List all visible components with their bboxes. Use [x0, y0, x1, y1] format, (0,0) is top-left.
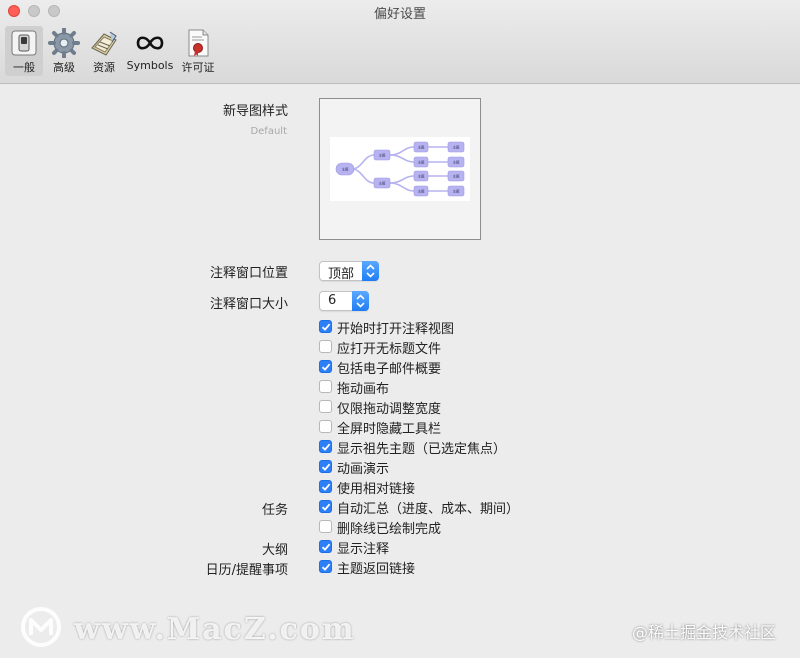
map-style-value: Default [250, 126, 287, 137]
checkbox-checked-icon[interactable] [319, 460, 332, 473]
option-label: 全屏时隐藏工具栏 [337, 422, 442, 437]
map-style-label: 新导图样式 [222, 104, 288, 119]
checkbox-checked-icon[interactable] [319, 500, 332, 513]
option-label: 显示祖先主题（已选定焦点） [337, 442, 507, 457]
note-position-popup[interactable]: 顶部 [319, 261, 379, 282]
popup-stepper-icon [362, 261, 379, 281]
option-label: 使用相对链接 [337, 482, 416, 497]
toolbar-tab-license[interactable]: 许可证 [178, 26, 218, 76]
toolbar-tab-general-label: 一般 [13, 61, 35, 74]
map-style-preview[interactable]: 主题 主题 主题 主题 主题 主题 主题 主题 主题 主题 主题 [319, 98, 481, 240]
preview-node-4: 主题 [418, 159, 425, 164]
toolbar-tab-symbols-label: Symbols [126, 59, 174, 72]
note-size-value: 6 [328, 293, 337, 308]
gear-icon [48, 28, 80, 58]
popup-stepper-icon [352, 291, 369, 311]
checkbox-unchecked-icon[interactable] [319, 520, 332, 533]
option-label: 包括电子邮件概要 [337, 362, 442, 377]
option-label: 仅限拖动调整宽度 [337, 402, 442, 417]
checkbox-checked-icon[interactable] [319, 480, 332, 493]
option-label: 主题返回链接 [337, 562, 416, 577]
window-title: 偏好设置 [373, 7, 426, 22]
preview-node-9: 主题 [453, 173, 460, 178]
preview-node-3: 主题 [418, 144, 425, 149]
window-titlebar: 偏好设置 一般 高级 资源 Symbols 许可证 [0, 0, 800, 84]
checkbox-checked-icon[interactable] [319, 440, 332, 453]
toolbar-tab-symbols[interactable]: Symbols [125, 26, 175, 76]
preview-node-10: 主题 [453, 188, 460, 193]
preview-node-5: 主题 [418, 173, 425, 178]
certificate-icon [188, 29, 209, 57]
infinity-icon [136, 36, 164, 50]
macz-logo-icon [21, 607, 61, 647]
preview-node-6: 主题 [418, 188, 425, 193]
preview-node-root: 主题 [342, 166, 349, 171]
preview-node-8: 主题 [453, 159, 460, 164]
toolbar-tab-advanced-label: 高级 [53, 61, 75, 74]
checkbox-unchecked-icon[interactable] [319, 380, 332, 393]
option-label: 动画演示 [337, 462, 390, 477]
note-size-popup[interactable]: 6 [319, 291, 369, 311]
checkbox-checked-icon[interactable] [319, 320, 332, 333]
checkbox-unchecked-icon[interactable] [319, 400, 332, 413]
option-label: 应打开无标题文件 [337, 342, 442, 357]
checkbox-checked-icon[interactable] [319, 560, 332, 573]
mindmap-preview-image: 主题 主题 主题 主题 主题 主题 主题 主题 主题 主题 主题 [330, 137, 470, 201]
toolbar-tab-advanced[interactable]: 高级 [46, 26, 82, 76]
resources-icon [91, 31, 117, 56]
calendar-label: 日历/提醒事项 [205, 563, 288, 578]
tasks-label: 任务 [261, 503, 288, 518]
toolbar-tab-resources[interactable]: 资源 [86, 26, 122, 76]
note-size-label: 注释窗口大小 [209, 297, 288, 312]
option-label: 删除线已绘制完成 [337, 522, 442, 537]
option-label: 自动汇总（进度、成本、期间） [337, 502, 520, 517]
option-label: 拖动画布 [337, 382, 390, 397]
note-position-value: 顶部 [328, 267, 355, 282]
preview-node-1: 主题 [379, 152, 386, 157]
toolbar-tab-license-label: 许可证 [181, 61, 215, 74]
toolbar-tab-general[interactable]: 一般 [5, 26, 43, 76]
option-label: 显示注释 [337, 542, 390, 557]
watermark-right: @稀土掘金技术社区 [632, 623, 777, 642]
checkbox-checked-icon[interactable] [319, 540, 332, 553]
outline-label: 大纲 [261, 543, 288, 558]
checkbox-unchecked-icon[interactable] [319, 340, 332, 353]
note-position-label: 注释窗口位置 [209, 266, 288, 281]
switch-icon [11, 30, 37, 56]
preview-node-7: 主题 [453, 144, 460, 149]
option-label: 开始时打开注释视图 [337, 322, 455, 337]
checkbox-unchecked-icon[interactable] [319, 420, 332, 433]
checkbox-checked-icon[interactable] [319, 360, 332, 373]
preview-node-2: 主题 [379, 180, 386, 185]
watermark-left: www.MacZ.com [74, 612, 356, 647]
toolbar-tab-resources-label: 资源 [93, 61, 115, 74]
